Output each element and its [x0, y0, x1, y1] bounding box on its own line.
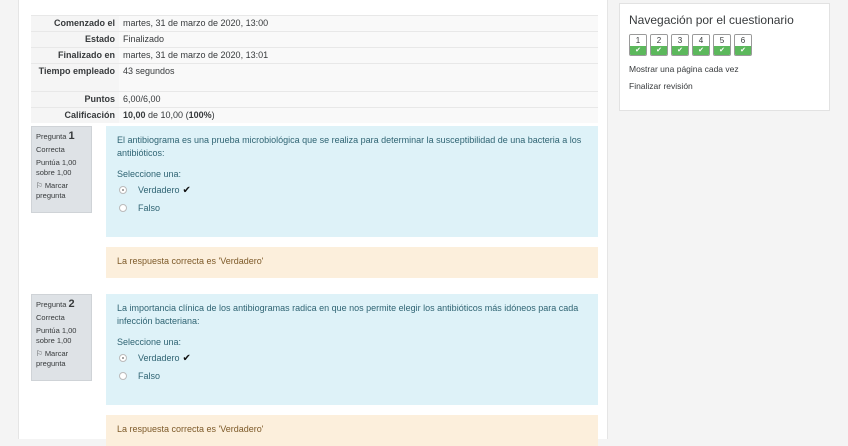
correct-answer-feedback: La respuesta correcta es 'Verdadero' [106, 415, 598, 446]
radio[interactable] [119, 204, 127, 212]
radio[interactable] [119, 372, 127, 380]
check-icon: ✔ [693, 46, 709, 55]
grade-percent: 100% [188, 110, 212, 120]
question-score: Puntúa 1,00 sobre 1,00 [36, 158, 77, 177]
option-label: Falso [138, 202, 161, 213]
nav-question-button[interactable]: 2 ✔ [650, 34, 668, 56]
row-value: 10,00 de 10,00 (100%) [119, 107, 598, 123]
radio-selected[interactable] [119, 186, 127, 194]
table-row: Comenzado el martes, 31 de marzo de 2020,… [31, 15, 598, 32]
check-icon: ✔ [182, 184, 191, 196]
question-label: Pregunta [36, 132, 69, 141]
row-value: 6,00/6,00 [119, 91, 598, 108]
question-content: La importancia clínica de los antibiogra… [106, 294, 598, 405]
question-number: 2 [68, 298, 75, 310]
check-icon: ✔ [651, 46, 667, 55]
table-row: Tiempo empleado 43 segundos [31, 63, 598, 92]
option-false[interactable]: Falso [117, 199, 587, 217]
grade-text: ) [211, 110, 215, 120]
finish-review-link[interactable]: Finalizar revisión [629, 81, 820, 91]
question-number: 1 [68, 130, 75, 142]
question-text: La importancia clínica de los antibiogra… [117, 303, 579, 326]
question-label: Pregunta [36, 300, 69, 309]
row-label: Finalizado en [31, 47, 119, 64]
option-false[interactable]: Falso [117, 367, 587, 385]
row-label: Comenzado el [31, 15, 119, 32]
nav-question-button[interactable]: 6 ✔ [734, 34, 752, 56]
row-value: 43 segundos [119, 63, 598, 92]
flag-question-button[interactable]: ⚐ Marcar pregunta [36, 349, 87, 369]
option-label: Verdadero [138, 184, 180, 195]
question-info: Pregunta 2 Correcta Puntúa 1,00 sobre 1,… [31, 294, 92, 381]
nav-number: 6 [735, 35, 751, 46]
question-nav-buttons: 1 ✔ 2 ✔ 3 ✔ 4 ✔ 5 ✔ 6 ✔ [629, 34, 820, 56]
question-score: Puntúa 1,00 sobre 1,00 [36, 326, 77, 345]
nav-question-button[interactable]: 1 ✔ [629, 34, 647, 56]
check-icon: ✔ [182, 352, 191, 364]
grade-value: 10,00 [123, 110, 146, 120]
row-value: martes, 31 de marzo de 2020, 13:00 [119, 15, 598, 32]
nav-question-button[interactable]: 5 ✔ [713, 34, 731, 56]
show-one-page-link[interactable]: Mostrar una página cada vez [629, 64, 820, 74]
question-state: Correcta [36, 313, 65, 322]
row-value: martes, 31 de marzo de 2020, 13:01 [119, 47, 598, 64]
nav-number: 2 [651, 35, 667, 46]
nav-number: 3 [672, 35, 688, 46]
nav-number: 4 [693, 35, 709, 46]
grade-text: de 10,00 ( [145, 110, 189, 120]
check-icon: ✔ [672, 46, 688, 55]
question-text: El antibiograma es una prueba microbioló… [117, 135, 582, 158]
answer-prompt: Seleccione una: [117, 169, 182, 179]
check-icon: ✔ [714, 46, 730, 55]
row-label: Estado [31, 31, 119, 48]
check-icon: ✔ [735, 46, 751, 55]
check-icon: ✔ [630, 46, 646, 55]
row-label: Tiempo empleado [31, 63, 119, 92]
flag-icon: ⚐ [36, 181, 45, 190]
question-info: Pregunta 1 Correcta Puntúa 1,00 sobre 1,… [31, 126, 92, 213]
answer-prompt: Seleccione una: [117, 337, 182, 347]
flag-question-button[interactable]: ⚐ Marcar pregunta [36, 181, 87, 201]
option-true[interactable]: Verdadero ✔ [117, 181, 587, 199]
nav-question-button[interactable]: 3 ✔ [671, 34, 689, 56]
row-value: Finalizado [119, 31, 598, 48]
option-label: Verdadero [138, 352, 180, 363]
flag-icon: ⚐ [36, 349, 45, 358]
radio-selected[interactable] [119, 354, 127, 362]
question-state: Correcta [36, 145, 65, 154]
table-row: Puntos 6,00/6,00 [31, 91, 598, 108]
question-content: El antibiograma es una prueba microbioló… [106, 126, 598, 237]
attempt-summary-table: Comenzado el martes, 31 de marzo de 2020,… [31, 15, 598, 123]
main-region: Comenzado el martes, 31 de marzo de 2020,… [18, 0, 608, 446]
option-true[interactable]: Verdadero ✔ [117, 349, 587, 367]
row-label: Calificación [31, 107, 119, 123]
nav-number: 5 [714, 35, 730, 46]
nav-question-button[interactable]: 4 ✔ [692, 34, 710, 56]
row-label: Puntos [31, 91, 119, 108]
option-label: Falso [138, 370, 161, 381]
block-title: Navegación por el cuestionario [629, 13, 794, 27]
table-row: Calificación 10,00 de 10,00 (100%) [31, 107, 598, 123]
correct-answer-feedback: La respuesta correcta es 'Verdadero' [106, 247, 598, 278]
table-row: Estado Finalizado [31, 31, 598, 48]
quiz-navigation-block: Navegación por el cuestionario 1 ✔ 2 ✔ 3 ✔ … [619, 3, 830, 111]
nav-number: 1 [630, 35, 646, 46]
table-row: Finalizado en martes, 31 de marzo de 2020… [31, 47, 598, 64]
